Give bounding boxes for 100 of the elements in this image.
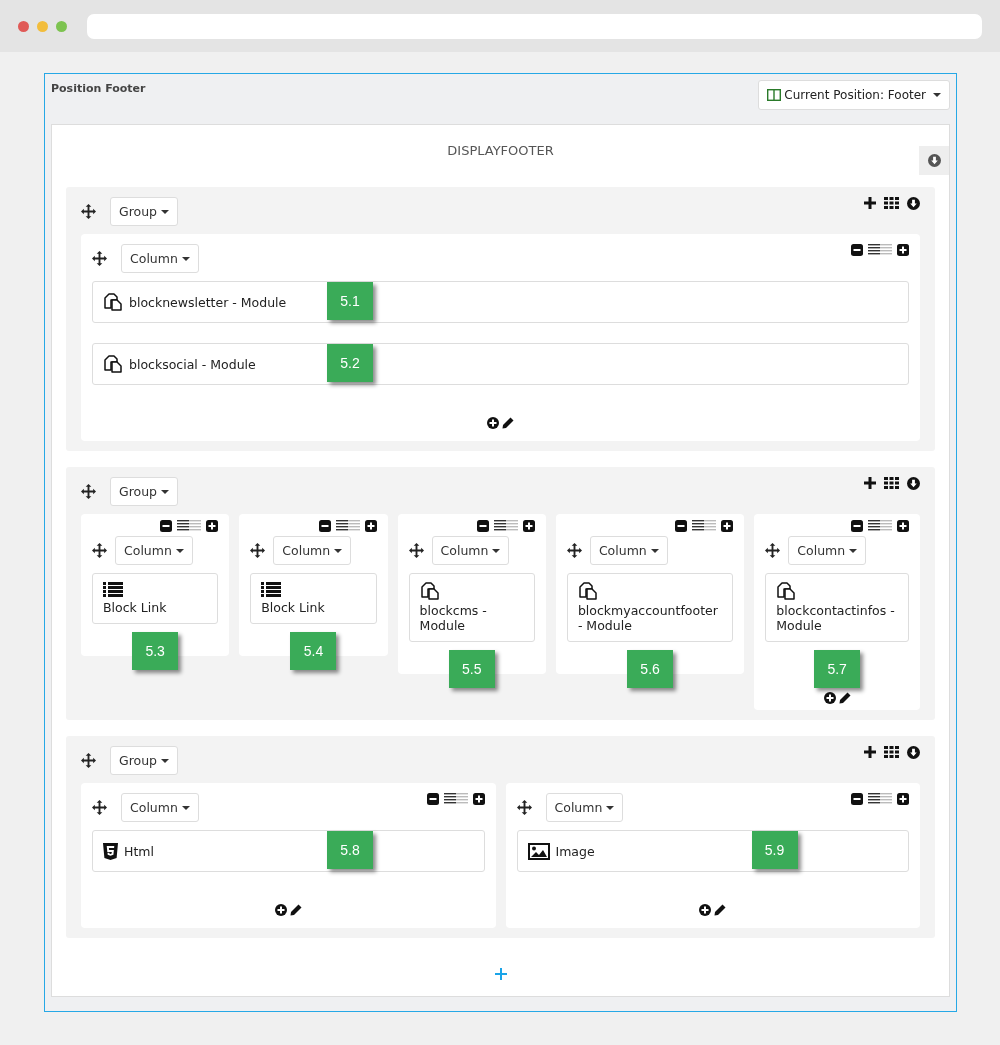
group-dropdown[interactable]: Group: [110, 477, 179, 506]
pencil-icon[interactable]: [289, 904, 302, 916]
width-lines-icon: [867, 520, 892, 532]
width-lines-icon: [692, 520, 717, 532]
copy-icon: [419, 582, 440, 600]
position-dropdown[interactable]: Current Position: Footer: [758, 80, 950, 110]
copy-icon: [103, 293, 123, 311]
grid-icon[interactable]: [884, 197, 899, 210]
move-icon[interactable]: [765, 543, 781, 558]
minus-icon[interactable]: [318, 520, 331, 532]
module-label: blocknewsletter - Module: [129, 294, 287, 310]
number-badge: 5.6: [627, 650, 674, 688]
column-dropdown[interactable]: Column: [121, 244, 199, 273]
number-badge: 5.1: [327, 282, 373, 320]
width-lines-icon: [177, 520, 202, 532]
window-control[interactable]: [18, 20, 29, 32]
add-group-icon[interactable]: [494, 968, 507, 980]
width-lines-icon: [443, 793, 468, 805]
plus-icon[interactable]: [897, 244, 909, 256]
column-dropdown[interactable]: Column: [589, 536, 668, 565]
move-icon[interactable]: [92, 543, 107, 558]
width-lines-icon: [335, 520, 360, 532]
number-badge: 5.7: [814, 650, 861, 688]
add-circle-icon[interactable]: [274, 904, 287, 916]
minus-icon[interactable]: [675, 520, 688, 532]
plus-icon[interactable]: [864, 197, 876, 210]
number-badge: 5.9: [751, 831, 798, 869]
plus-icon[interactable]: [897, 793, 909, 805]
plus-icon[interactable]: [472, 793, 485, 805]
group-dropdown[interactable]: Group: [110, 746, 179, 775]
plus-icon[interactable]: [206, 520, 219, 532]
number-badge: 5.3: [132, 632, 179, 670]
grid-icon[interactable]: [884, 746, 899, 759]
add-circle-icon[interactable]: [487, 417, 499, 429]
module-label: blockmyaccountfooter - Module: [577, 603, 719, 633]
module-item[interactable]: blockcms - Module: [408, 573, 535, 642]
column-dropdown[interactable]: Column: [121, 793, 199, 822]
grid-icon[interactable]: [884, 477, 899, 490]
column-dropdown[interactable]: Column: [788, 536, 867, 565]
panel-title: Position Footer: [51, 81, 146, 95]
module-label: Block Link: [103, 600, 167, 615]
module-item[interactable]: Image 5.9: [516, 830, 909, 872]
copy-icon: [103, 355, 123, 373]
minus-icon[interactable]: [426, 793, 439, 805]
move-icon[interactable]: [81, 484, 96, 499]
move-icon[interactable]: [81, 204, 96, 219]
module-item[interactable]: Block Link: [250, 573, 377, 624]
pencil-icon[interactable]: [714, 904, 727, 916]
module-label: blockcms - Module: [419, 603, 488, 633]
minus-icon[interactable]: [851, 793, 863, 805]
minus-icon[interactable]: [851, 244, 863, 256]
list-icon: [103, 582, 123, 597]
arrow-down-circle-icon: [927, 154, 941, 167]
width-lines-icon: [868, 793, 892, 805]
move-icon[interactable]: [516, 800, 532, 815]
list-icon: [261, 582, 282, 597]
plus-icon[interactable]: [864, 746, 876, 759]
module-item[interactable]: blockcontactinfos - Module: [765, 573, 909, 642]
number-badge: 5.2: [327, 344, 373, 382]
plus-icon[interactable]: [896, 520, 909, 532]
column-dropdown[interactable]: Column: [431, 536, 510, 565]
move-icon[interactable]: [92, 800, 107, 815]
module-label: blockcontactinfos - Module: [776, 603, 896, 633]
plus-icon[interactable]: [721, 520, 734, 532]
copy-icon: [776, 582, 797, 600]
move-icon[interactable]: [250, 543, 266, 558]
group-dropdown[interactable]: Group: [110, 197, 179, 226]
pencil-icon[interactable]: [502, 417, 514, 429]
html5-shield-icon: [103, 842, 118, 860]
move-icon[interactable]: [566, 543, 582, 558]
module-item[interactable]: blockmyaccountfooter - Module: [566, 573, 734, 642]
arrow-down-circle-icon[interactable]: [907, 746, 920, 759]
plus-icon[interactable]: [864, 477, 876, 490]
add-circle-icon[interactable]: [823, 692, 836, 704]
plus-icon[interactable]: [364, 520, 377, 532]
collapse-button[interactable]: [919, 146, 949, 175]
minus-icon[interactable]: [476, 520, 489, 532]
move-icon[interactable]: [92, 251, 107, 266]
arrow-down-circle-icon[interactable]: [907, 477, 920, 490]
hook-title: DISPLAYFOOTER: [446, 142, 555, 158]
plus-icon[interactable]: [522, 520, 535, 532]
module-item[interactable]: Html 5.8: [92, 830, 485, 872]
minus-icon[interactable]: [160, 520, 173, 532]
module-item[interactable]: blocksocial - Module 5.2: [92, 343, 909, 385]
module-item[interactable]: blocknewsletter - Module 5.1: [92, 281, 909, 323]
module-item[interactable]: Block Link: [92, 573, 219, 624]
column-dropdown[interactable]: Column: [545, 793, 624, 822]
copy-icon: [577, 582, 598, 600]
move-icon[interactable]: [81, 753, 96, 768]
minus-icon[interactable]: [850, 520, 863, 532]
image-icon: [527, 842, 550, 860]
module-label: Image: [555, 843, 595, 859]
width-lines-icon: [868, 244, 892, 256]
add-circle-icon[interactable]: [699, 904, 712, 916]
arrow-down-circle-icon[interactable]: [907, 197, 920, 210]
column-dropdown[interactable]: Column: [273, 536, 352, 565]
module-label: Html: [124, 843, 154, 859]
move-icon[interactable]: [408, 543, 424, 558]
column-dropdown[interactable]: Column: [115, 536, 193, 565]
pencil-icon[interactable]: [838, 692, 851, 704]
